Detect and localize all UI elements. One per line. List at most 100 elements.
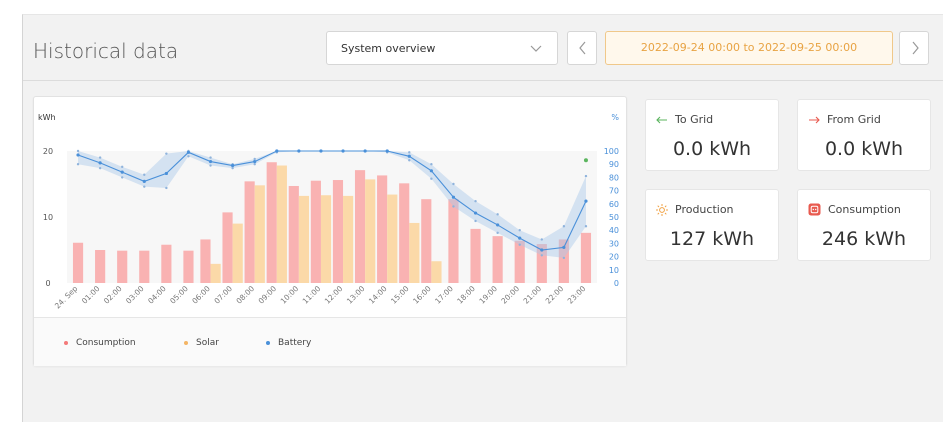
- consumption-bar: [377, 175, 388, 283]
- consumption-bar: [117, 250, 128, 283]
- battery-range-point: [121, 165, 124, 169]
- x-tick-label: 11:00: [301, 284, 323, 306]
- y2-tick-label: 90: [609, 160, 619, 169]
- x-tick-label: 01:00: [80, 284, 102, 306]
- battery-point: [164, 171, 168, 176]
- top-strip: [22, 0, 943, 14]
- legend-consumption-dot: [64, 341, 68, 345]
- arrow-right-icon: [808, 116, 820, 124]
- consumption-bar: [72, 242, 84, 283]
- plug-icon: [808, 203, 821, 216]
- consumption-bar: [266, 162, 277, 283]
- y-tick-label: 0: [45, 279, 50, 288]
- consumption-bar: [332, 180, 344, 283]
- battery-range-point: [76, 163, 80, 166]
- battery-range-point: [408, 159, 411, 162]
- battery-point: [473, 211, 478, 215]
- x-tick-label: 23:00: [566, 284, 588, 306]
- chevron-down-icon: [529, 40, 543, 59]
- battery-range-point: [496, 213, 499, 216]
- consumption-bar: [244, 181, 255, 283]
- view-select[interactable]: System overview: [326, 31, 558, 65]
- battery-point: [363, 149, 367, 153]
- solar-bar: [232, 223, 243, 283]
- battery-point: [584, 199, 588, 203]
- battery-range-point: [540, 254, 543, 257]
- x-tick-label: 04:00: [146, 284, 168, 306]
- x-tick-label: 07:00: [212, 284, 234, 306]
- next-day-button[interactable]: [899, 31, 929, 65]
- stat-from-grid-label: From Grid: [827, 113, 881, 126]
- consumption-bar: [288, 185, 299, 283]
- date-range-button[interactable]: 2022-09-24 00:00 to 2022-09-25 00:00: [605, 31, 893, 65]
- solar-bar: [298, 195, 310, 283]
- battery-point: [496, 223, 500, 227]
- battery-point: [297, 149, 301, 153]
- battery-point: [76, 153, 80, 157]
- battery-range-point: [209, 164, 212, 167]
- battery-range-point: [496, 231, 499, 235]
- battery-range-point: [209, 156, 212, 159]
- solar-bar: [320, 195, 332, 283]
- sun-icon: [656, 203, 668, 216]
- battery-range-point: [584, 225, 588, 228]
- battery-range-point: [584, 174, 588, 178]
- solar-bar: [276, 165, 287, 283]
- battery-range-point: [452, 205, 455, 208]
- stat-consumption: Consumption 246 kWh: [797, 189, 931, 261]
- x-tick-label: 06:00: [190, 284, 212, 306]
- legend-solar-dot: [184, 341, 188, 345]
- consumption-bar: [470, 228, 481, 283]
- previous-day-button[interactable]: [567, 31, 597, 65]
- battery-point: [562, 245, 566, 249]
- battery-range-point: [562, 225, 566, 228]
- battery-range-point: [253, 157, 256, 161]
- battery-range-point: [121, 176, 124, 179]
- stat-consumption-label: Consumption: [828, 203, 901, 216]
- x-tick-label: 14:00: [367, 284, 389, 306]
- x-tick-label: 08:00: [234, 284, 256, 306]
- legend-solar[interactable]: Solar: [184, 338, 219, 348]
- y2-tick-label: 40: [609, 226, 619, 235]
- x-tick-label: 16:00: [411, 284, 433, 306]
- consumption-bar: [95, 250, 106, 283]
- x-tick-label: 15:00: [389, 284, 411, 306]
- battery-point: [142, 179, 146, 183]
- battery-range-point: [562, 256, 566, 260]
- y2-tick-label: 60: [609, 200, 619, 209]
- y2-tick-label: 10: [609, 266, 619, 275]
- right-axis-unit: %: [611, 113, 619, 122]
- x-tick-label: 12:00: [323, 284, 345, 306]
- solar-bar: [365, 179, 376, 283]
- battery-range-point: [474, 219, 477, 223]
- chart-legend: Consumption Solar Battery: [34, 317, 626, 366]
- stat-production: Production 127 kWh: [645, 189, 779, 261]
- stat-production-label: Production: [675, 203, 734, 216]
- left-axis-unit: kWh: [38, 113, 56, 122]
- y-tick-label: 20: [43, 147, 53, 156]
- stat-to-grid-value: 0.0 kWh: [672, 138, 752, 160]
- x-tick-label: 09:00: [257, 284, 279, 306]
- legend-battery[interactable]: Battery: [266, 338, 311, 348]
- solar-bar: [254, 185, 265, 283]
- battery-point: [319, 149, 323, 153]
- y2-tick-label: 70: [609, 187, 619, 196]
- view-select-value: System overview: [341, 42, 436, 55]
- battery-range-point: [518, 229, 521, 232]
- y2-tick-label: 50: [609, 213, 619, 222]
- x-tick-label: 05:00: [168, 284, 190, 306]
- battery-point: [341, 149, 345, 153]
- energy-chart[interactable]: kWh % 0 10 20 0 10 20 30 40 50 60 70 80 90 100 24. Sep 01…: [34, 97, 626, 315]
- solar-bar: [210, 263, 221, 283]
- consumption-bar: [399, 183, 410, 283]
- legend-consumption[interactable]: Consumption: [64, 338, 136, 348]
- legend-battery-label: Battery: [278, 338, 312, 348]
- arrow-left-icon: [656, 116, 668, 124]
- x-tick-label: 22:00: [544, 284, 566, 306]
- x-tick-label: 21:00: [522, 284, 544, 306]
- legend-solar-label: Solar: [196, 338, 219, 348]
- battery-point: [186, 150, 191, 154]
- stat-consumption-value: 246 kWh: [821, 228, 907, 250]
- chart-card: kWh% 0 10 20 0 10 20 30 40 50 60 70 80 90 100 24. Sep 01…: [33, 96, 627, 366]
- consumption-bar: [421, 199, 432, 283]
